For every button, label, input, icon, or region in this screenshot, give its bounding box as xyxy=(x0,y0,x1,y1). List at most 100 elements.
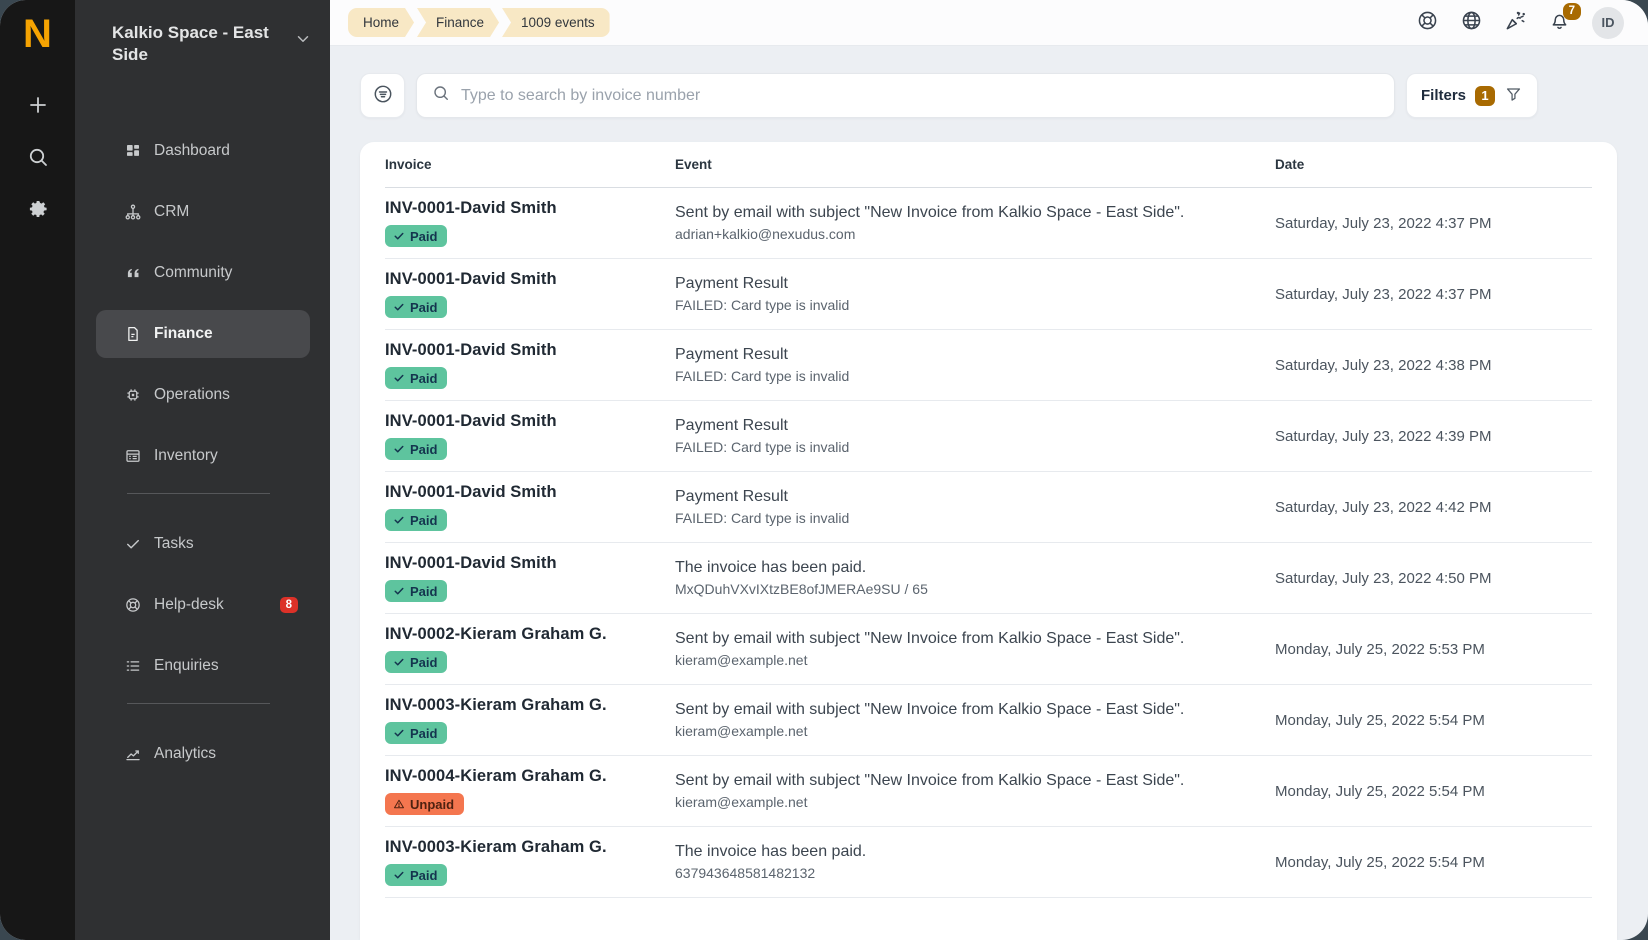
table-row[interactable]: INV-0003-Kieram Graham G. Paid The invoi… xyxy=(385,827,1592,898)
status-badge: Unpaid xyxy=(385,793,464,815)
language-button[interactable] xyxy=(1460,11,1483,34)
event-detail: kieram@example.net xyxy=(675,794,1275,810)
table-row[interactable]: INV-0003-Kieram Graham G. Paid Sent by e… xyxy=(385,685,1592,756)
invoice-title[interactable]: INV-0001-David Smith xyxy=(385,199,675,218)
status-label: Paid xyxy=(410,371,437,386)
sidebar-item-helpdesk[interactable]: Help-desk 8 xyxy=(96,581,310,629)
check-icon xyxy=(393,230,405,242)
status-badge: Paid xyxy=(385,580,447,602)
notifications-button[interactable]: 7 xyxy=(1548,11,1571,34)
invoice-title[interactable]: INV-0004-Kieram Graham G. xyxy=(385,767,675,786)
main-area: Home Finance 1009 events 7 ID xyxy=(330,0,1648,940)
column-header-event[interactable]: Event xyxy=(675,157,1275,172)
event-cell: The invoice has been paid. MxQDuhVXvIXtz… xyxy=(675,559,1275,597)
status-badge: Paid xyxy=(385,864,447,886)
invoice-title[interactable]: INV-0001-David Smith xyxy=(385,483,675,502)
check-icon xyxy=(393,656,405,668)
invoice-cell: INV-0004-Kieram Graham G. Unpaid xyxy=(385,767,675,815)
table-row[interactable]: INV-0001-David Smith Paid Payment Result… xyxy=(385,401,1592,472)
invoice-title[interactable]: INV-0003-Kieram Graham G. xyxy=(385,696,675,715)
sidebar-item-label: Community xyxy=(154,264,232,282)
table-row[interactable]: INV-0001-David Smith Paid Payment Result… xyxy=(385,259,1592,330)
invoice-cell: INV-0002-Kieram Graham G. Paid xyxy=(385,625,675,673)
filter-circle-icon xyxy=(372,83,394,108)
filters-button[interactable]: Filters 1 xyxy=(1406,73,1538,118)
column-settings-button[interactable] xyxy=(360,73,405,118)
sidebar-item-label: Enquiries xyxy=(154,657,219,675)
sidebar-item-label: Tasks xyxy=(154,535,194,553)
status-badge: Paid xyxy=(385,722,447,744)
breadcrumb-finance[interactable]: Finance xyxy=(417,8,499,37)
event-detail: FAILED: Card type is invalid xyxy=(675,510,1275,526)
sidebar-item-finance[interactable]: Finance xyxy=(96,310,310,358)
event-detail: adrian+kalkio@nexudus.com xyxy=(675,226,1275,242)
table-row[interactable]: INV-0001-David Smith Paid The invoice ha… xyxy=(385,543,1592,614)
search-input[interactable] xyxy=(461,87,1380,105)
event-description: Payment Result xyxy=(675,275,1275,293)
event-detail: FAILED: Card type is invalid xyxy=(675,368,1275,384)
check-icon xyxy=(393,514,405,526)
table-row[interactable]: INV-0001-David Smith Paid Sent by email … xyxy=(385,188,1592,259)
invoice-title[interactable]: INV-0001-David Smith xyxy=(385,554,675,573)
event-detail: MxQDuhVXvIXtzBE8ofJMERAe9SU / 65 xyxy=(675,581,1275,597)
event-detail: kieram@example.net xyxy=(675,652,1275,668)
status-label: Paid xyxy=(410,442,437,457)
party-popper-icon xyxy=(1504,9,1527,37)
invoice-title[interactable]: INV-0001-David Smith xyxy=(385,341,675,360)
filters-label: Filters xyxy=(1421,87,1466,104)
event-cell: Sent by email with subject "New Invoice … xyxy=(675,204,1275,242)
event-cell: The invoice has been paid. 6379436485814… xyxy=(675,843,1275,881)
column-header-invoice[interactable]: Invoice xyxy=(385,157,675,172)
event-description: Sent by email with subject "New Invoice … xyxy=(675,204,1275,222)
column-header-date[interactable]: Date xyxy=(1275,157,1592,172)
event-description: Payment Result xyxy=(675,417,1275,435)
invoice-title[interactable]: INV-0001-David Smith xyxy=(385,412,675,431)
notification-count-badge: 7 xyxy=(1563,3,1581,20)
filters-count-badge: 1 xyxy=(1475,86,1495,106)
table-row[interactable]: INV-0004-Kieram Graham G. Unpaid Sent by… xyxy=(385,756,1592,827)
sidebar-item-analytics[interactable]: Analytics xyxy=(96,730,310,778)
sidebar-item-crm[interactable]: CRM xyxy=(96,188,310,236)
event-date: Saturday, July 23, 2022 4:50 PM xyxy=(1275,570,1592,587)
sidebar-item-tasks[interactable]: Tasks xyxy=(96,520,310,568)
add-button[interactable] xyxy=(18,86,58,126)
sidebar-item-community[interactable]: Community xyxy=(96,249,310,297)
table-row[interactable]: INV-0001-David Smith Paid Payment Result… xyxy=(385,472,1592,543)
event-cell: Sent by email with subject "New Invoice … xyxy=(675,630,1275,668)
status-badge: Paid xyxy=(385,367,447,389)
table-icon xyxy=(124,447,142,465)
global-search-button[interactable] xyxy=(18,138,58,178)
event-detail: kieram@example.net xyxy=(675,723,1275,739)
invoice-title[interactable]: INV-0003-Kieram Graham G. xyxy=(385,838,675,857)
sidebar-item-enquiries[interactable]: Enquiries xyxy=(96,642,310,690)
table-row[interactable]: INV-0001-David Smith Paid Payment Result… xyxy=(385,330,1592,401)
help-button[interactable] xyxy=(1416,11,1439,34)
whats-new-button[interactable] xyxy=(1504,11,1527,34)
search-toolbar: Filters 1 xyxy=(360,73,1538,118)
sidebar-item-label: Dashboard xyxy=(154,142,230,160)
status-label: Paid xyxy=(410,300,437,315)
table-row[interactable]: INV-0002-Kieram Graham G. Paid Sent by e… xyxy=(385,614,1592,685)
workspace-switcher[interactable]: Kalkio Space - East Side xyxy=(112,22,312,67)
life-ring-icon xyxy=(124,596,142,614)
top-actions: 7 ID xyxy=(1416,7,1624,39)
event-description: Payment Result xyxy=(675,346,1275,364)
sidebar-item-label: Operations xyxy=(154,386,230,404)
breadcrumb-events[interactable]: 1009 events xyxy=(502,8,610,37)
invoice-title[interactable]: INV-0002-Kieram Graham G. xyxy=(385,625,675,644)
nexudus-logo[interactable]: N xyxy=(23,10,52,58)
event-date: Saturday, July 23, 2022 4:39 PM xyxy=(1275,428,1592,445)
settings-button[interactable] xyxy=(18,190,58,230)
search-icon xyxy=(431,83,451,108)
event-cell: Sent by email with subject "New Invoice … xyxy=(675,772,1275,810)
invoice-title[interactable]: INV-0001-David Smith xyxy=(385,270,675,289)
workspace-name: Kalkio Space - East Side xyxy=(112,22,272,67)
sidebar-divider xyxy=(127,703,270,704)
sidebar-item-inventory[interactable]: Inventory xyxy=(96,432,310,480)
breadcrumb-home[interactable]: Home xyxy=(348,8,414,37)
avatar[interactable]: ID xyxy=(1592,7,1624,39)
status-label: Paid xyxy=(410,584,437,599)
sidebar-item-dashboard[interactable]: Dashboard xyxy=(96,127,310,175)
event-date: Saturday, July 23, 2022 4:38 PM xyxy=(1275,357,1592,374)
sidebar-item-operations[interactable]: Operations xyxy=(96,371,310,419)
